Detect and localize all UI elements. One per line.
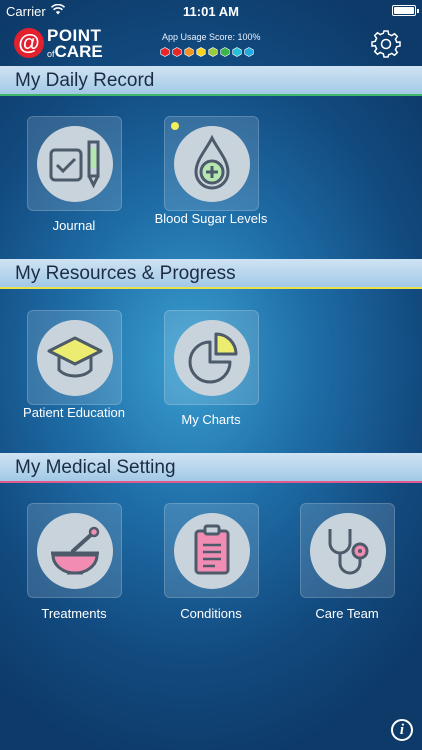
section-my-daily-record: My Daily Record [0, 66, 422, 96]
section-my-medical-setting: My Medical Setting [0, 453, 422, 483]
score-dot-5 [208, 47, 218, 57]
status-bar: Carrier 11:01 AM [0, 0, 422, 22]
journal-icon [37, 126, 113, 202]
patient-education-button[interactable] [27, 310, 122, 405]
score-dot-7 [232, 47, 242, 57]
blood-sugar-levels-label: Blood Sugar Levels [154, 211, 268, 226]
conditions-label: Conditions [180, 606, 242, 621]
conditions-button[interactable] [164, 503, 259, 598]
clock: 11:01 AM [183, 4, 239, 19]
score-dot-2 [172, 47, 182, 57]
my-charts-label: My Charts [181, 412, 241, 427]
score-dot-4 [196, 47, 206, 57]
treatments-label: Treatments [41, 606, 107, 621]
battery-icon [392, 5, 419, 16]
info-icon[interactable]: i [391, 719, 413, 741]
section-title: My Resources & Progress [15, 263, 236, 284]
section-title: My Daily Record [15, 70, 155, 91]
mortar-pestle-icon [37, 513, 113, 589]
usage-score-indicator [160, 47, 254, 57]
section-title: My Medical Setting [15, 457, 176, 478]
score-dot-6 [220, 47, 230, 57]
blood-drop-icon [174, 126, 250, 202]
treatments-button[interactable] [27, 503, 122, 598]
app-usage-score-label: App Usage Score: 100% [162, 32, 261, 42]
stethoscope-icon [310, 513, 386, 589]
settings-gear-icon[interactable] [371, 29, 401, 59]
logo-at-symbol: @ [14, 28, 44, 58]
graduation-cap-icon [37, 320, 113, 396]
patient-education-label: Patient Education [23, 405, 125, 420]
care-team-button[interactable] [300, 503, 395, 598]
logo-line-2: ofCARE [47, 42, 103, 61]
score-dot-3 [184, 47, 194, 57]
blood-sugar-levels-button[interactable] [164, 116, 259, 211]
pie-chart-icon [174, 320, 250, 396]
my-charts-button[interactable] [164, 310, 259, 405]
care-team-label: Care Team [315, 606, 379, 621]
app-header: @ POINT ofCARE App Usage Score: 100% [0, 22, 422, 66]
section-my-resources-progress: My Resources & Progress [0, 259, 422, 289]
score-dot-8 [244, 47, 254, 57]
clipboard-icon [174, 513, 250, 589]
new-data-indicator-dot [171, 122, 179, 130]
journal-label: Journal [52, 218, 96, 233]
score-dot-1 [160, 47, 170, 57]
journal-button[interactable] [27, 116, 122, 211]
